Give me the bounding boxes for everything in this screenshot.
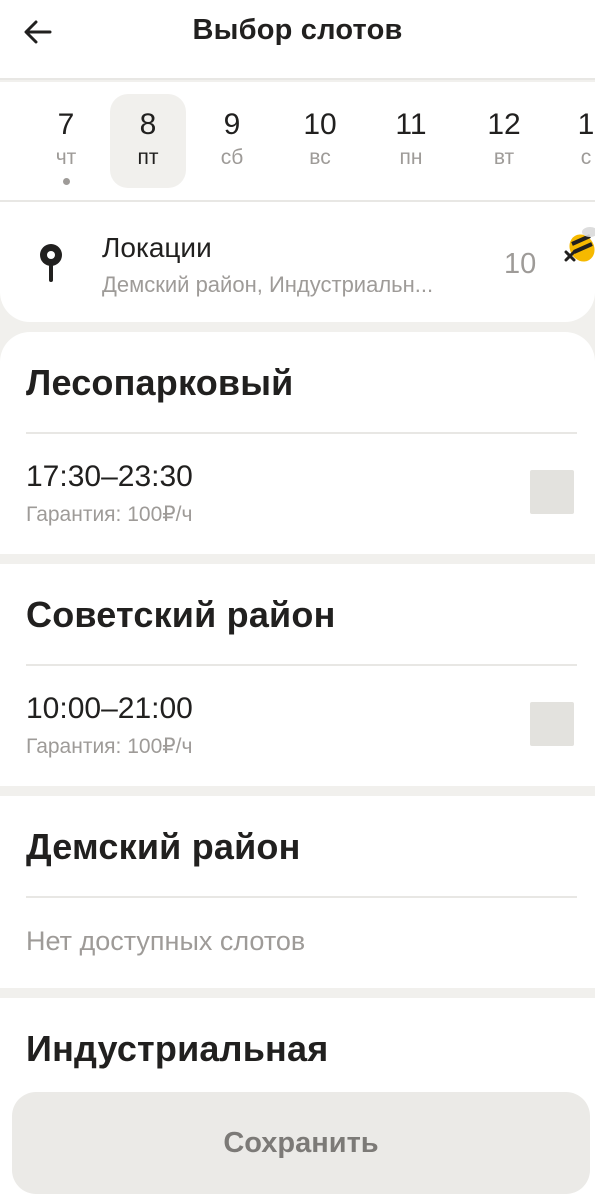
district-title: Индустриальная [26, 1028, 329, 1069]
locations-summary: Демский район, Индустриальн... [102, 272, 434, 297]
divider [26, 664, 577, 666]
district-title: Демский район [26, 826, 301, 867]
date-weekday: пн [399, 146, 423, 169]
page-title: Выбор слотов [192, 14, 403, 46]
divider [26, 432, 577, 434]
slot-guarantee: Гарантия: 100₽/ч [26, 735, 193, 758]
date-weekday: сб [220, 146, 244, 169]
date-weekday: чт [55, 146, 77, 169]
date-number: 7 [57, 108, 75, 141]
save-button[interactable]: Сохранить [12, 1092, 590, 1194]
date-item[interactable]: 12 вт [466, 94, 542, 188]
date-item[interactable]: 1 с [548, 94, 595, 188]
district-section: Лесопарковый 17:30–23:30 Гарантия: 100₽/… [0, 332, 595, 554]
no-slots-message: Нет доступных слотов [26, 926, 306, 956]
slot-guarantee: Гарантия: 100₽/ч [26, 503, 193, 526]
date-item[interactable]: 10 вс [282, 94, 358, 188]
district-section: Индустриальная [0, 998, 595, 1088]
district-section: Советский район 10:00–21:00 Гарантия: 10… [0, 564, 595, 786]
date-number: 11 [395, 108, 427, 141]
locations-title: Локации [102, 232, 212, 263]
date-weekday: с [580, 146, 592, 169]
page: Выбор слотов 7 чт 8 пт 9 сб 10 вс 11 пн … [0, 0, 595, 1200]
slot-checkbox[interactable] [530, 470, 574, 514]
header: Выбор слотов [0, 0, 595, 80]
district-title: Советский район [26, 594, 336, 635]
locations-filter[interactable]: Локации Демский район, Индустриальн... 1… [0, 200, 595, 322]
date-item[interactable]: 9 сб [194, 94, 270, 188]
date-item[interactable]: 7 чт [28, 94, 104, 188]
date-number: 8 [139, 108, 157, 141]
today-indicator [62, 178, 70, 185]
slot-time: 10:00–21:00 [26, 692, 193, 725]
date-item-selected[interactable]: 8 пт [110, 94, 186, 188]
date-selector: 7 чт 8 пт 9 сб 10 вс 11 пн 12 вт 1 с [0, 82, 595, 200]
map-pin-icon [40, 244, 62, 282]
slot-time: 17:30–23:30 [26, 460, 193, 493]
date-number: 1 [577, 108, 595, 141]
district-section: Демский район Нет доступных слотов [0, 796, 595, 988]
date-weekday: вт [493, 146, 515, 169]
date-number: 9 [223, 108, 241, 141]
bee-mascot-icon [564, 227, 595, 262]
date-weekday: вс [309, 146, 331, 169]
date-weekday: пт [137, 146, 159, 169]
bottom-bar: Сохранить [0, 1078, 595, 1200]
slot-checkbox[interactable] [530, 702, 574, 746]
divider [26, 896, 577, 898]
district-title: Лесопарковый [26, 362, 294, 403]
locations-count: 10 [504, 248, 537, 280]
date-item[interactable]: 11 пн [373, 94, 449, 188]
date-number: 12 [487, 108, 521, 141]
date-number: 10 [303, 108, 337, 141]
